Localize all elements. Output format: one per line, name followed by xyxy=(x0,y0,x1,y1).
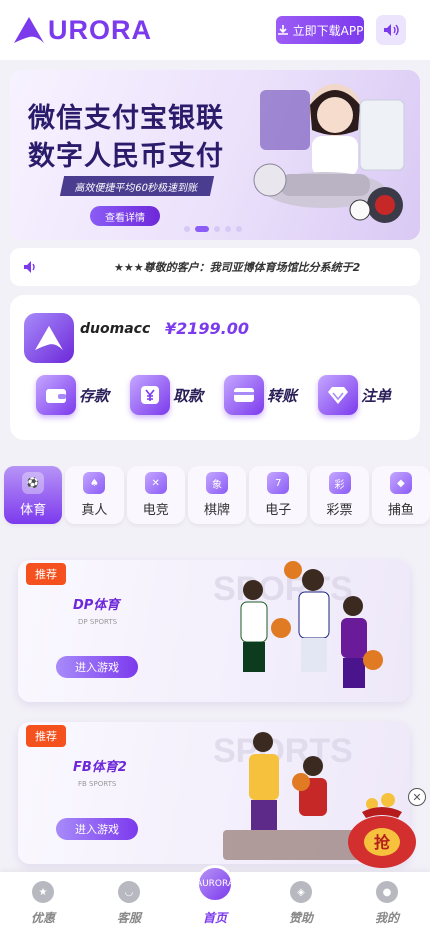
compass-icon: ◈ xyxy=(290,881,312,903)
tab-lottery[interactable]: 彩 彩票 xyxy=(310,466,369,524)
card-icon xyxy=(224,375,264,415)
app-header: URORA 立即下载APP xyxy=(0,0,430,60)
lucky-bag-label: 抢 xyxy=(374,833,391,852)
nav-label: 优惠 xyxy=(30,911,55,925)
brand-logo[interactable]: URORA xyxy=(12,15,152,46)
announcement-text: ★★★尊敬的客户：我司亚博体育场馆比分系统于2 xyxy=(114,261,361,274)
game-name: DP体育 xyxy=(73,598,120,613)
yuan-icon xyxy=(130,375,170,415)
recommended-badge: 推荐 xyxy=(26,725,66,747)
nav-label: 客服 xyxy=(116,911,141,925)
diamond-icon xyxy=(318,375,358,415)
nav-customer-service[interactable]: ◡ 客服 xyxy=(99,881,159,926)
nav-sponsorship[interactable]: ◈ 赞助 xyxy=(271,881,331,926)
banner-dot-active[interactable] xyxy=(195,226,209,232)
banner-illustration xyxy=(253,84,405,223)
username: duomacc xyxy=(80,321,151,337)
star-icon: ★ xyxy=(32,881,54,903)
aurora-logo-icon xyxy=(14,17,44,43)
tab-label: 捕鱼 xyxy=(387,503,414,518)
svg-text:SPORTS: SPORTS xyxy=(213,732,353,770)
nav-label: 我的 xyxy=(374,911,399,925)
headset-icon: ◡ xyxy=(118,881,140,903)
wallet-actions: 存款 取款 转账 注单 xyxy=(36,375,412,415)
aurora-avatar-icon xyxy=(35,325,63,351)
promo-banner[interactable]: 微信支付宝银联 数字人民币支付 高效便捷平均60秒极速到账 查看详情 xyxy=(10,70,420,240)
banner-dot[interactable] xyxy=(236,226,242,232)
banner-dot[interactable] xyxy=(184,226,190,232)
tab-esports[interactable]: ✕ 电竞 xyxy=(126,466,185,524)
enter-game-button[interactable]: 进入游戏 xyxy=(56,818,138,840)
banner-dot[interactable] xyxy=(214,226,220,232)
tab-label: 彩票 xyxy=(326,503,353,518)
game-card-dp-sports[interactable]: 推荐 DP体育 DP SPORTS 进入游戏 SPORTS xyxy=(18,560,410,702)
crossed-swords-icon: ✕ xyxy=(144,472,167,494)
bottom-navigation: ★ 优惠 ◡ 客服 AURORA 首页 ◈ 赞助 ● 我的 xyxy=(0,865,430,932)
game-english-name: FB SPORTS xyxy=(78,780,117,788)
game-english-name: DP SPORTS xyxy=(78,618,118,626)
banner-pagination xyxy=(184,226,242,232)
soccer-ball-icon: ⚽ xyxy=(22,472,45,494)
banner-dot[interactable] xyxy=(225,226,231,232)
user-icon: ● xyxy=(376,881,398,903)
tab-label: 电子 xyxy=(265,503,292,518)
banner-title-line2: 数字人民币支付 xyxy=(28,141,224,172)
svg-text:SPORTS: SPORTS xyxy=(213,570,353,608)
nav-label: 首页 xyxy=(202,911,227,925)
user-wallet-card: duomacc ¥2199.00 存款 取款 转账 注单 xyxy=(10,295,420,440)
tab-live-casino[interactable]: ♠ 真人 xyxy=(65,466,124,524)
nav-promotions[interactable]: ★ 优惠 xyxy=(13,881,73,926)
speaker-icon xyxy=(384,24,399,36)
enter-game-button[interactable]: 进入游戏 xyxy=(56,656,138,678)
logo-text: URORA xyxy=(48,14,152,45)
transfer-button[interactable]: 转账 xyxy=(224,375,318,415)
tab-slots[interactable]: 7 电子 xyxy=(249,466,308,524)
view-details-button[interactable]: 查看详情 xyxy=(90,206,160,226)
nav-profile[interactable]: ● 我的 xyxy=(357,881,417,926)
slot-seven-icon: 7 xyxy=(267,472,290,494)
lucky-bag-icon[interactable]: 抢 xyxy=(342,788,422,870)
tab-label: 棋牌 xyxy=(203,503,230,518)
wallet-icon xyxy=(36,375,76,415)
fish-icon: ◆ xyxy=(389,472,412,494)
avatar[interactable] xyxy=(24,313,74,363)
banner-subtitle: 高效便捷平均60秒极速到账 xyxy=(59,176,215,196)
withdraw-label: 取款 xyxy=(173,386,204,405)
sound-toggle-button[interactable] xyxy=(376,15,406,45)
chess-piece-icon: 象 xyxy=(205,472,228,494)
download-app-button[interactable]: 立即下载APP xyxy=(276,16,364,44)
banner-title-line1: 微信支付宝银联 xyxy=(28,103,224,134)
nav-label: 赞助 xyxy=(288,911,313,925)
home-icon: AURORA xyxy=(196,865,234,903)
account-balance: ¥2199.00 xyxy=(165,319,250,338)
bet-records-button[interactable]: 注单 xyxy=(318,375,412,415)
game-category-tabs: ⚽ 体育 ♠ 真人 ✕ 电竞 象 棋牌 7 电子 彩 彩票 ◆ 捕鱼 xyxy=(4,466,430,524)
tab-label: 电竞 xyxy=(142,503,169,518)
tab-fishing[interactable]: ◆ 捕鱼 xyxy=(371,466,430,524)
basketball-players-illustration: SPORTS xyxy=(213,561,383,688)
tab-label: 体育 xyxy=(20,503,47,518)
withdraw-button[interactable]: 取款 xyxy=(130,375,224,415)
transfer-label: 转账 xyxy=(267,386,298,405)
announcement-bar[interactable]: ★★★尊敬的客户：我司亚博体育场馆比分系统于2 xyxy=(10,248,420,286)
tab-sports[interactable]: ⚽ 体育 xyxy=(4,466,63,524)
tab-chess-cards[interactable]: 象 棋牌 xyxy=(187,466,247,524)
tab-label: 真人 xyxy=(81,503,108,518)
lottery-icon: 彩 xyxy=(328,472,351,494)
deposit-label: 存款 xyxy=(79,386,110,405)
announcement-speaker-icon xyxy=(24,261,35,273)
download-icon xyxy=(277,25,288,35)
deposit-button[interactable]: 存款 xyxy=(36,375,130,415)
recommended-badge: 推荐 xyxy=(26,563,66,585)
download-label: 立即下载APP xyxy=(292,23,364,38)
bet-records-label: 注单 xyxy=(361,386,392,405)
nav-home[interactable]: AURORA 首页 xyxy=(185,865,245,926)
spade-icon: ♠ xyxy=(83,472,106,494)
game-name: FB体育2 xyxy=(73,760,127,775)
